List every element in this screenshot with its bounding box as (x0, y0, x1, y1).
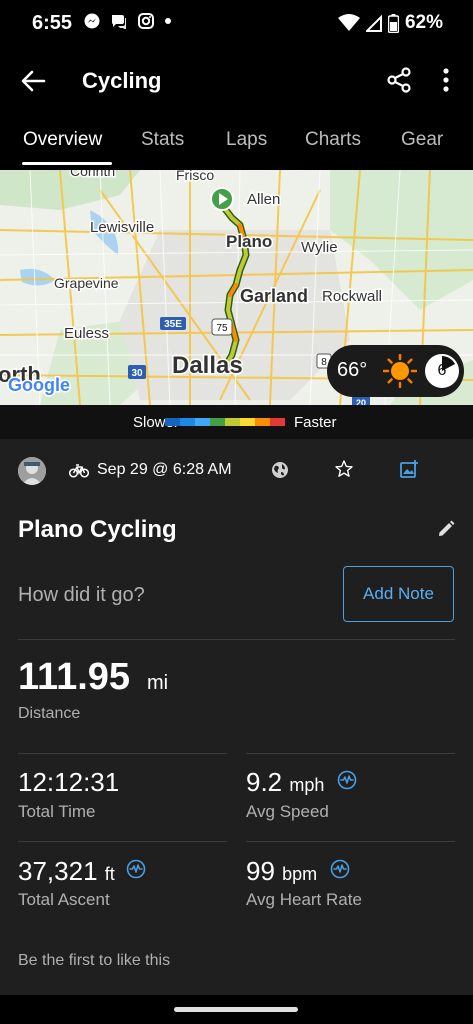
legend-segment (195, 418, 211, 426)
stat-avg-speed-value: 9.2 mph (246, 767, 325, 797)
tab-indicator (22, 162, 112, 165)
map-label-wylie: Wylie (301, 239, 338, 256)
star-icon[interactable] (334, 459, 354, 479)
home-gesture-handle[interactable] (174, 1007, 298, 1012)
app-bar: Cycling (0, 48, 473, 112)
activity-details: Slower Faster Sep 29 @ 6:28 AM Plano Cyc… (0, 405, 473, 995)
battery-icon (387, 13, 399, 33)
shield-20: 20 (352, 396, 370, 405)
map-label-frisco: Frisco (176, 170, 214, 183)
share-icon[interactable] (385, 66, 413, 94)
avatar[interactable] (18, 457, 46, 485)
legend-segment (270, 418, 285, 426)
map-label-plano: Plano (226, 232, 272, 251)
tab-charts[interactable]: Charts (305, 129, 361, 151)
stat-total-ascent-label: Total Ascent (18, 890, 110, 909)
system-nav-bar (0, 995, 473, 1024)
sun-icon (383, 354, 417, 388)
stat-avg-speed-label: Avg Speed (246, 802, 329, 821)
stat-avg-heart-rate-unit: bpm (282, 864, 318, 884)
activity-meta: Sep 29 @ 6:28 AM (0, 453, 473, 489)
add-photo-icon[interactable] (399, 459, 419, 479)
wind-indicator: 6 (423, 352, 461, 390)
dot-icon (165, 18, 171, 24)
legend-segment (255, 418, 271, 426)
legend-faster: Faster (294, 414, 337, 431)
stat-total-time-value: 12:12:31 (18, 767, 120, 797)
distance-label: Distance (18, 705, 81, 722)
stat-avg-heart-rate-label: Avg Heart Rate (246, 890, 362, 909)
map-label-allen: Allen (247, 191, 280, 208)
stat-avg-speed-unit: mph (289, 775, 325, 795)
svg-text:20: 20 (356, 398, 366, 405)
legend-segment (225, 418, 241, 426)
activity-title: Plano Cycling (18, 516, 177, 543)
page-title: Cycling (82, 68, 162, 93)
legend-segment (180, 418, 196, 426)
messenger-icon (84, 13, 100, 29)
legend-segment (240, 418, 256, 426)
svg-text:30: 30 (131, 368, 143, 379)
bicycle-icon (69, 464, 89, 478)
tab-bar: Overview Stats Laps Charts Gear (0, 112, 473, 170)
stat-total-ascent-unit: ft (104, 864, 115, 884)
edit-pencil-icon[interactable] (437, 520, 455, 538)
ascent-chart-icon[interactable] (126, 859, 146, 879)
map-label-dallas: Dallas (172, 352, 243, 379)
weather-temperature: 66° (337, 359, 368, 381)
wifi-icon (337, 14, 360, 31)
divider (18, 841, 227, 842)
map-label-corinth: Corinth (70, 170, 115, 179)
weather-badge: 66° 6 (327, 345, 464, 397)
speed-legend: Slower Faster (0, 405, 473, 439)
tab-gear[interactable]: Gear (401, 129, 443, 151)
divider (246, 753, 455, 754)
tab-laps[interactable]: Laps (226, 129, 267, 151)
shield-30: 30 (128, 365, 146, 379)
shield-35e: 35E (160, 317, 186, 330)
speed-chart-icon[interactable] (337, 770, 357, 790)
back-arrow-icon[interactable] (18, 66, 48, 96)
stat-total-ascent-value: 37,321 ft (18, 856, 115, 886)
google-attribution: Google (8, 375, 70, 395)
divider (18, 753, 227, 754)
legend-gradient (165, 418, 285, 426)
likes-prompt[interactable]: Be the first to like this (18, 952, 170, 970)
status-time: 6:55 (32, 12, 73, 34)
instagram-icon (138, 13, 154, 29)
globe-icon[interactable] (271, 461, 289, 479)
heart-rate-chart-icon[interactable] (330, 859, 350, 879)
tab-overview[interactable]: Overview (23, 129, 102, 151)
route-map[interactable]: 35E 75 30 20 8 Corinth Frisco Allen Lewi… (0, 170, 473, 405)
divider (18, 639, 455, 640)
map-label-euless: Euless (64, 325, 109, 342)
wind-speed: 6 (437, 362, 447, 379)
svg-text:35E: 35E (164, 319, 182, 330)
legend-segment (165, 418, 181, 426)
map-label-rockwall: Rockwall (322, 288, 382, 305)
map-label-grapevine: Grapevine (54, 275, 119, 291)
map-label-garland: Garland (240, 286, 308, 306)
stat-total-time-label: Total Time (18, 802, 96, 821)
svg-text:75: 75 (216, 323, 228, 334)
tab-stats[interactable]: Stats (141, 129, 184, 151)
chat-icon (112, 15, 126, 29)
map-label-lewisville: Lewisville (90, 219, 154, 236)
status-bar: 6:55 62% (0, 0, 473, 48)
shield-75: 75 (211, 318, 233, 336)
distance-unit: mi (147, 672, 169, 694)
distance-value: 111.95 (18, 656, 131, 698)
battery-percent: 62% (404, 12, 443, 33)
more-vert-icon[interactable] (436, 66, 456, 94)
activity-date: Sep 29 @ 6:28 AM (97, 461, 232, 478)
divider (246, 841, 455, 842)
note-prompt: How did it go? (18, 584, 145, 606)
add-note-button[interactable]: Add Note (343, 566, 454, 622)
signal-icon (365, 14, 382, 32)
legend-segment (210, 418, 226, 426)
stat-avg-heart-rate-value: 99 bpm (246, 856, 318, 886)
